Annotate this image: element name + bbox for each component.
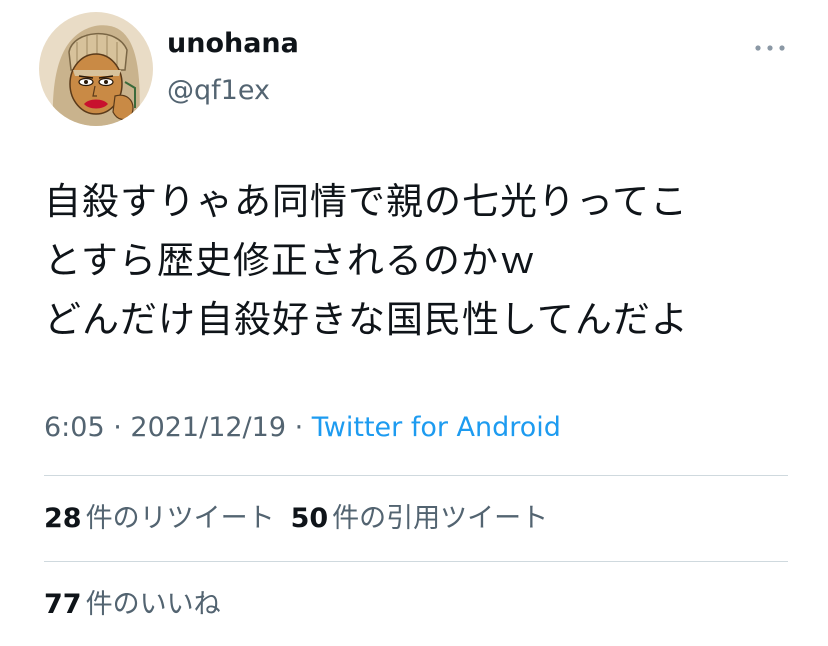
more-horizontal-icon	[755, 45, 785, 51]
display-name[interactable]: unohana	[167, 26, 299, 62]
tweet-text-line: どんだけ自殺好きな国民性してんだよ	[44, 298, 689, 341]
quote-tweets-stat[interactable]: 50 件の引用ツイート	[291, 503, 549, 534]
avatar[interactable]	[39, 12, 153, 126]
retweets-stat[interactable]: 28 件のリツイート	[44, 503, 275, 534]
tweet-time[interactable]: 6:05	[44, 412, 105, 443]
retweet-label: 件のリツイート	[85, 503, 275, 534]
likes-stats-row: 77 件のいいね	[44, 587, 237, 623]
quote-count: 50	[290, 503, 329, 534]
tweet-source-link[interactable]: Twitter for Android	[312, 412, 561, 443]
user-handle[interactable]: @qf1ex	[167, 73, 270, 109]
tweet-text-line: とすら歴史修正されるのかｗ	[44, 239, 537, 282]
like-label: 件のいいね	[85, 589, 221, 620]
avatar-illustration	[39, 12, 153, 126]
retweet-count: 28	[44, 503, 82, 534]
divider	[44, 561, 788, 562]
like-count: 77	[44, 589, 82, 620]
divider	[44, 475, 788, 476]
meta-separator: ·	[286, 412, 312, 443]
quote-label: 件の引用ツイート	[332, 503, 549, 534]
tweet-date[interactable]: 2021/12/19	[130, 412, 286, 443]
tweet-text: 自殺すりゃあ同情で親の七光りってこ とすら歴史修正されるのかｗ どんだけ自殺好き…	[44, 172, 804, 349]
more-options-button[interactable]	[752, 38, 788, 58]
retweet-stats-row: 28 件のリツイート 50 件の引用ツイート	[44, 501, 564, 537]
likes-stat[interactable]: 77 件のいいね	[44, 589, 221, 620]
tweet-text-line: 自殺すりゃあ同情で親の七光りってこ	[44, 180, 689, 223]
meta-separator: ·	[104, 412, 131, 443]
tweet-metadata: 6:05 · 2021/12/19 · Twitter for Android	[44, 410, 561, 446]
